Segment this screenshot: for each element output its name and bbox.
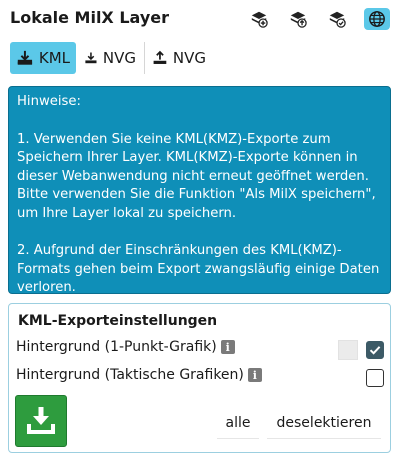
- tab-nvg-export[interactable]: NVG: [78, 42, 142, 74]
- tab-label: NVG: [102, 49, 136, 67]
- select-all-button[interactable]: alle: [217, 408, 259, 439]
- notice-point-2: 2. Aufgrund der Einschränkungen des KML(…: [17, 243, 380, 295]
- option-background-tactical: Hintergrund (Taktische Grafiken) i: [16, 367, 262, 383]
- kml-export-settings: KML-Exporteinstellungen Hintergrund (1-P…: [8, 303, 391, 453]
- notice-box: Hinweise: 1. Verwenden Sie keine KML(KMZ…: [8, 86, 391, 295]
- deselect-button[interactable]: deselektieren: [267, 408, 381, 439]
- download-button[interactable]: [15, 395, 67, 447]
- notice-heading: Hinweise:: [17, 94, 81, 109]
- color-swatch[interactable]: [338, 340, 358, 360]
- tab-divider: [144, 42, 145, 74]
- layer-upload-icon[interactable]: [287, 8, 309, 30]
- background-single-point-checkbox[interactable]: [366, 341, 384, 359]
- upload-icon: [153, 50, 167, 64]
- tab-label: NVG: [172, 49, 206, 67]
- background-tactical-checkbox[interactable]: [366, 369, 384, 387]
- download-icon: [17, 50, 33, 65]
- info-icon[interactable]: i: [247, 368, 262, 382]
- tab-kml-export[interactable]: KML: [10, 42, 76, 74]
- panel-title: Lokale MilX Layer: [10, 8, 169, 27]
- notice-point-1: 1. Verwenden Sie keine KML(KMZ)-Exporte …: [17, 131, 376, 221]
- option-label: Hintergrund (1-Punkt-Grafik): [16, 339, 217, 355]
- download-icon: [27, 407, 55, 434]
- header: Lokale MilX Layer: [0, 0, 400, 38]
- tab-label: KML: [38, 49, 70, 67]
- tab-nvg-import[interactable]: NVG: [146, 42, 212, 74]
- option-label: Hintergrund (Taktische Grafiken): [16, 367, 244, 383]
- layer-check-icon[interactable]: [326, 8, 348, 30]
- option-background-single-point: Hintergrund (1-Punkt-Grafik) i: [16, 339, 235, 355]
- info-icon[interactable]: i: [220, 340, 235, 354]
- download-icon: [85, 52, 97, 64]
- globe-icon[interactable]: [364, 8, 390, 30]
- settings-title: KML-Exporteinstellungen: [18, 313, 218, 329]
- add-layer-icon[interactable]: [248, 8, 270, 30]
